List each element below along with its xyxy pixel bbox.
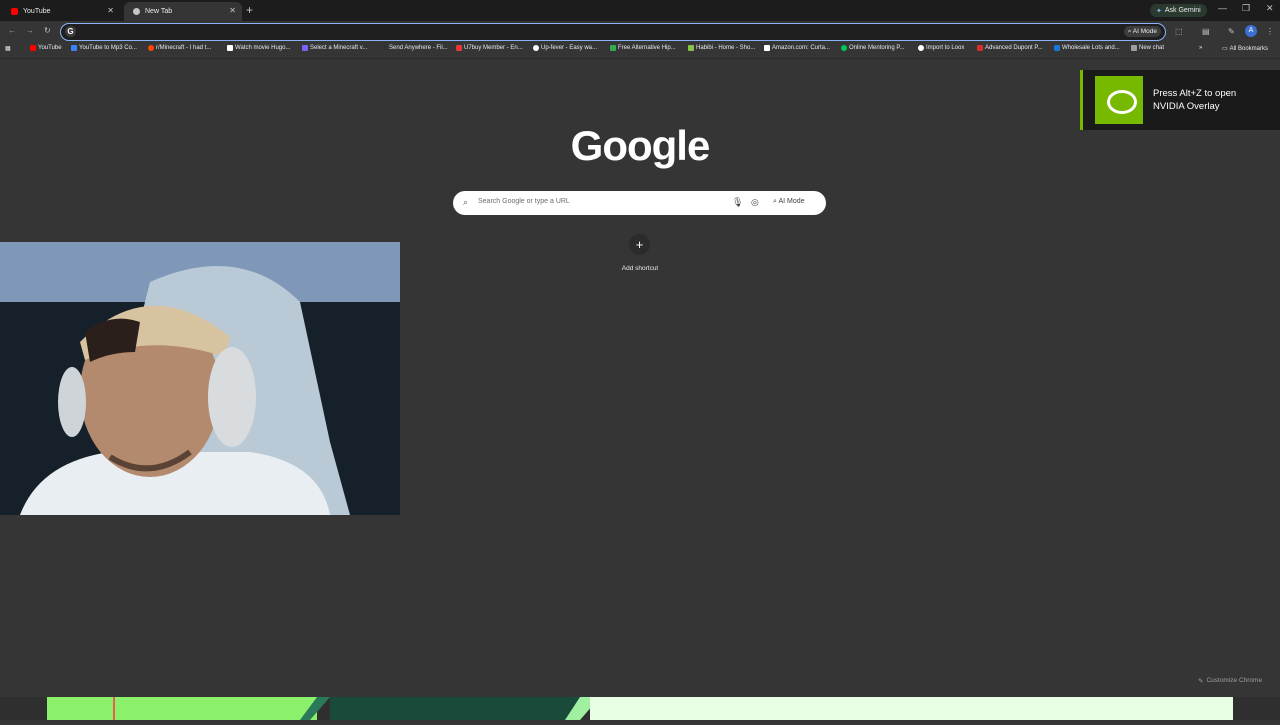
customize-chrome-button[interactable]: ✎ Customize Chrome (1192, 673, 1268, 688)
tab-new-tab[interactable]: New Tab ✕ (124, 2, 242, 21)
maximize-button[interactable]: ❐ (1242, 3, 1250, 14)
bookmark-item[interactable]: Watch movie Hugo... (227, 45, 290, 51)
bottom-video-strip (0, 697, 1280, 720)
nvidia-line2: NVIDIA Overlay (1153, 101, 1220, 112)
chrome-icon (133, 8, 140, 15)
add-shortcut-label: Add shortcut (621, 265, 659, 272)
bookmark-item[interactable]: Habibi - Home - Sho... (688, 45, 755, 51)
all-bookmarks-label: All Bookmarks (1229, 45, 1269, 52)
bookmark-item[interactable]: Online Mentoring P... (841, 45, 905, 51)
pencil-icon: ✎ (1198, 677, 1204, 685)
search-box[interactable]: ⌕ Search Google or type a URL 🎙 ◎ ⌕ AI M… (453, 191, 826, 215)
ai-mode-label: AI Mode (1132, 28, 1157, 35)
webcam-image (0, 242, 400, 515)
bookmark-item[interactable]: Amazon.com: Curta... (764, 45, 830, 51)
nvidia-overlay-toast: Press Alt+Z to open NVIDIA Overlay (1080, 70, 1280, 130)
bookmark-item[interactable]: Select a Minecraft v... (302, 45, 367, 51)
chevron-right-icon[interactable]: » (1199, 45, 1202, 51)
close-icon[interactable]: ✕ (107, 6, 114, 15)
bookmark-item[interactable]: r/Minecraft - I had t... (148, 45, 211, 51)
google-icon: G (65, 26, 76, 37)
webcam-overlay (0, 242, 400, 515)
bookmark-item[interactable]: YouTube (30, 45, 62, 51)
microphone-icon[interactable]: 🎙 (732, 197, 743, 208)
close-window-button[interactable]: ✕ (1266, 3, 1274, 14)
address-bar[interactable]: G ⌕ AI Mode (60, 23, 1166, 41)
search-icon: ⌕ (1127, 28, 1132, 35)
ai-mode-button[interactable]: ⌕ AI Mode (1123, 26, 1161, 37)
forward-button[interactable]: → (26, 26, 34, 35)
close-icon[interactable]: ✕ (229, 6, 236, 15)
ask-gemini-label: Ask Gemini (1164, 7, 1201, 14)
ai-mode-button[interactable]: ⌕ AI Mode (773, 198, 805, 206)
new-tab-button[interactable]: + (246, 3, 253, 17)
nvidia-line1: Press Alt+Z to open (1153, 88, 1237, 99)
bookmarks-bar: ▦ YouTube YouTube to Mp3 Co... r/Minecra… (0, 42, 1280, 59)
nvidia-logo (1095, 76, 1143, 124)
reload-button[interactable]: ↻ (44, 26, 51, 35)
bookmark-item[interactable]: Up-fever - Easy wa... (533, 45, 597, 51)
tab-label: New Tab (145, 8, 173, 15)
ai-mode-label: AI Mode (778, 198, 805, 205)
avatar-initial: A (1248, 27, 1254, 34)
nvidia-message: Press Alt+Z to open NVIDIA Overlay (1153, 87, 1273, 113)
bookmark-item[interactable]: Advanced Dupont P... (977, 45, 1043, 51)
tab-strip: YouTube ✕ New Tab ✕ + ✦ Ask Gemini — ❐ ✕ (0, 0, 1280, 21)
toolbar: ← → ↻ G ⌕ AI Mode ⬚ ▤ ✎ ⋮ (0, 21, 1280, 42)
add-shortcut-button[interactable]: + (629, 234, 650, 255)
menu-icon[interactable]: ⋮ (1266, 27, 1274, 36)
bookmark-item[interactable]: Wholesale Lots and... (1054, 45, 1120, 51)
ask-gemini-button[interactable]: ✦ Ask Gemini (1150, 4, 1207, 17)
extensions-icon[interactable]: ⬚ (1175, 27, 1183, 36)
bookmark-item[interactable]: New chat (1131, 45, 1164, 51)
youtube-icon (11, 8, 18, 15)
sidepanel-icon[interactable]: ▤ (1202, 27, 1210, 36)
bookmark-item[interactable]: U7buy Member - En... (456, 45, 523, 51)
tab-label: YouTube (23, 8, 51, 15)
tab-youtube[interactable]: YouTube ✕ (2, 2, 120, 21)
customize-label: Customize Chrome (1206, 677, 1263, 684)
bookmark-item[interactable]: YouTube to Mp3 Co... (71, 45, 137, 51)
search-icon: ⌕ (463, 197, 469, 207)
back-button[interactable]: ← (8, 26, 16, 35)
apps-icon[interactable]: ▦ (5, 45, 11, 52)
minimize-button[interactable]: — (1218, 3, 1227, 13)
folder-icon: ▭ (1222, 46, 1228, 52)
avatar[interactable]: A (1245, 25, 1257, 37)
search-placeholder: Search Google or type a URL (478, 198, 570, 205)
all-bookmarks[interactable]: ▭ All Bookmarks (1222, 45, 1269, 53)
sparkle-icon: ✦ (1156, 7, 1162, 15)
bookmark-item[interactable]: Send Anywhere - Fil... (381, 45, 448, 51)
bookmark-item[interactable]: Free Alternative Hip... (610, 45, 676, 51)
lens-icon[interactable]: ◎ (751, 197, 759, 208)
edit-icon[interactable]: ✎ (1228, 27, 1235, 36)
bookmark-item[interactable]: Import to Loox (918, 45, 964, 51)
bottom-strip-graphic (47, 697, 1233, 720)
